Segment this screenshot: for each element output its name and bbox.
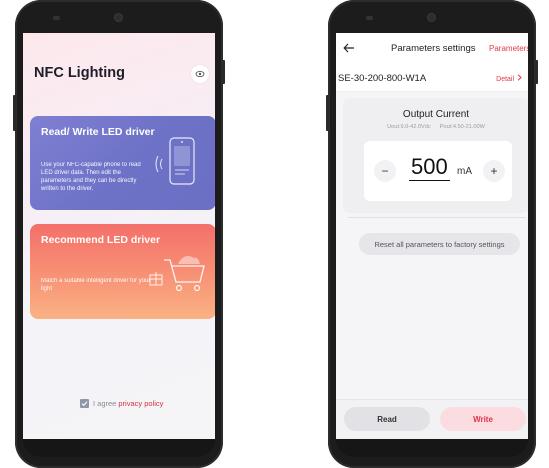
front-camera bbox=[115, 14, 122, 21]
reset-factory-button[interactable]: Reset all parameters to factory settings bbox=[359, 233, 520, 255]
phone-left: NFC Lighting Read/ Write LED driver Use … bbox=[13, 0, 225, 468]
read-write-title: Read/ Write LED driver bbox=[41, 126, 155, 138]
detail-label: Detail bbox=[496, 76, 515, 83]
parameters-tab[interactable]: Parameters bbox=[489, 44, 528, 53]
recommend-description: Match a suitable intelligent driver for … bbox=[41, 278, 151, 292]
phone-right: Parameters settings Parameters SE-30-200… bbox=[326, 0, 538, 468]
power-button bbox=[222, 60, 225, 84]
back-arrow-icon[interactable] bbox=[342, 41, 356, 55]
decrement-button[interactable]: − bbox=[374, 160, 396, 182]
pout-range: Pout:4.50-21.00W bbox=[439, 124, 485, 130]
model-name: SE-30-200-800-W1A bbox=[338, 73, 427, 84]
volume-button bbox=[13, 95, 16, 131]
recommend-title: Recommend LED driver bbox=[41, 234, 161, 246]
power-button bbox=[535, 60, 538, 84]
chevron-right-icon bbox=[517, 74, 522, 81]
app-title: NFC Lighting bbox=[34, 65, 126, 81]
model-row: SE-30-200-800-W1A Detail bbox=[336, 63, 528, 92]
home-screen: NFC Lighting Read/ Write LED driver Use … bbox=[23, 33, 215, 439]
read-button[interactable]: Read bbox=[344, 407, 430, 431]
sensor bbox=[53, 16, 60, 20]
current-value-input[interactable]: 500 bbox=[409, 154, 450, 181]
eye-gear-icon[interactable] bbox=[191, 65, 209, 83]
front-camera bbox=[428, 14, 435, 21]
agree-checkbox[interactable] bbox=[80, 399, 89, 408]
divider bbox=[348, 217, 526, 218]
bottom-action-bar: Read Write bbox=[336, 399, 528, 439]
read-write-description: Use your NFC-capable phone to read LED d… bbox=[41, 162, 141, 192]
volume-button bbox=[326, 95, 329, 131]
privacy-policy-link[interactable]: privacy policy bbox=[118, 399, 163, 408]
top-bar: Parameters settings Parameters bbox=[336, 33, 528, 63]
agreement-row: I agree privacy policy bbox=[80, 399, 163, 408]
sensor bbox=[366, 16, 373, 20]
page-title: Parameters settings bbox=[391, 43, 476, 54]
shopping-cart-icon bbox=[148, 248, 210, 303]
write-button[interactable]: Write bbox=[440, 407, 526, 431]
agree-text: I agree bbox=[93, 399, 117, 408]
phone-chin bbox=[336, 439, 528, 457]
uout-range: Uout:9.0-42.0Vdc bbox=[387, 124, 431, 130]
current-value-box: − 500 mA + bbox=[364, 141, 512, 201]
detail-link[interactable]: Detail bbox=[496, 74, 522, 83]
output-current-title: Output Current bbox=[402, 109, 470, 120]
output-current-card: Output Current Uout:9.0-42.0Vdc Pout:4.5… bbox=[343, 98, 528, 213]
increment-button[interactable]: + bbox=[483, 160, 505, 182]
read-write-card[interactable]: Read/ Write LED driver Use your NFC-capa… bbox=[30, 116, 215, 210]
parameters-screen: Parameters settings Parameters SE-30-200… bbox=[336, 33, 528, 439]
phone-chin bbox=[23, 439, 215, 457]
nfc-phone-icon bbox=[152, 136, 200, 199]
range-info: Uout:9.0-42.0Vdc Pout:4.50-21.00W bbox=[343, 124, 528, 130]
recommend-card[interactable]: Recommend LED driver Match a suitable in… bbox=[30, 224, 215, 319]
current-unit: mA bbox=[457, 166, 472, 177]
